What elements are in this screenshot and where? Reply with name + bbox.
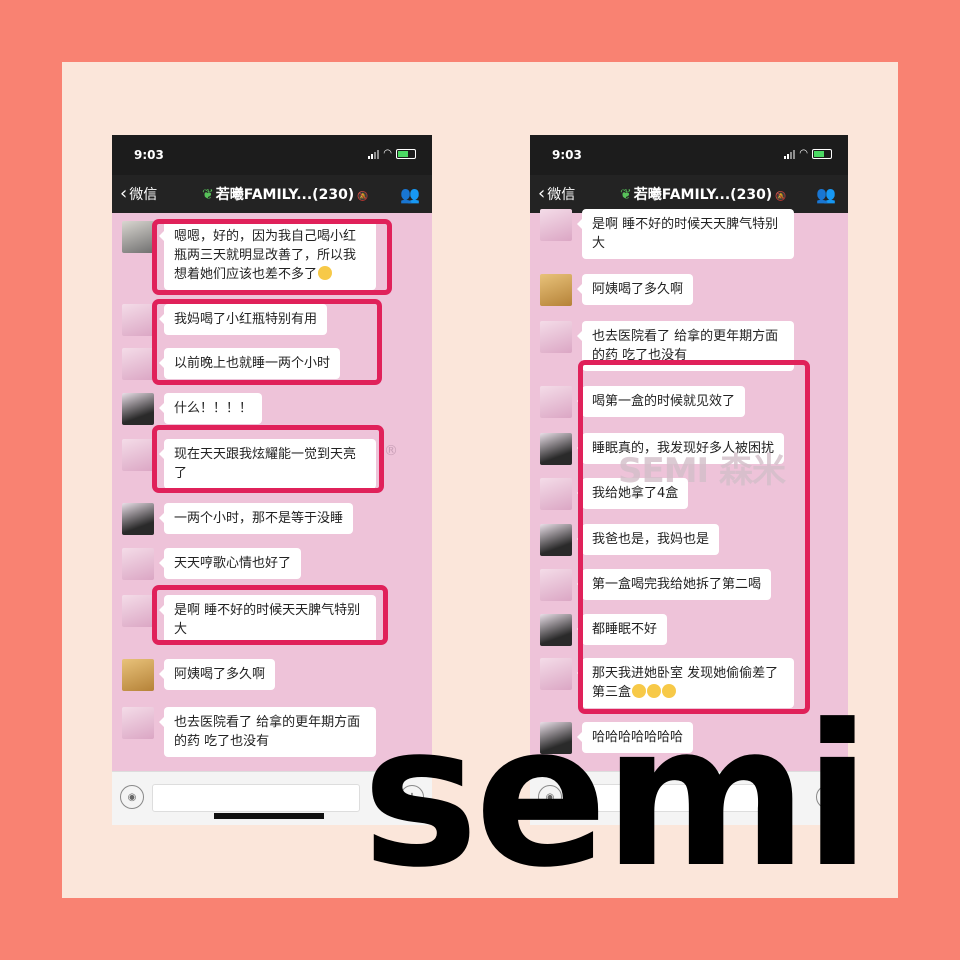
group-members-icon[interactable]: 👥 xyxy=(816,185,836,204)
mute-icon: 🔕 xyxy=(775,192,787,202)
message-bubble[interactable]: 天天哼歌心情也好了 xyxy=(158,548,302,579)
status-icons: ◠ xyxy=(368,149,416,159)
group-title-text: 若曦FAMILY...(230) xyxy=(215,187,355,203)
back-chevron-icon: ‹ xyxy=(538,183,546,204)
chat-nav-bar: ‹ 微信 ❦ 若曦FAMILY...(230) 🔕 👥 xyxy=(530,175,848,213)
message-text: 也去医院看了 给拿的更年期方面的药 吃了也没有 xyxy=(174,715,361,749)
group-members-icon[interactable]: 👥 xyxy=(400,185,420,204)
battery-icon xyxy=(396,149,416,159)
avatar[interactable] xyxy=(540,524,572,556)
avatar[interactable] xyxy=(122,304,154,336)
avatar[interactable] xyxy=(540,209,572,241)
leaf-icon: ❦ xyxy=(202,187,214,203)
chat-message: 也去医院看了 给拿的更年期方面的药 吃了也没有 xyxy=(112,707,376,757)
status-bar: 9:03 ◠ xyxy=(530,135,848,175)
registered-mark: ® xyxy=(384,443,398,459)
status-icons: ◠ xyxy=(784,149,832,159)
avatar[interactable] xyxy=(540,386,572,418)
group-title-text: 若曦FAMILY...(230) xyxy=(633,187,773,203)
mute-icon: 🔕 xyxy=(357,192,369,202)
brand-overlay-text: semi xyxy=(362,683,871,911)
message-bubble[interactable]: 是啊 睡不好的时候天天脾气特别大 xyxy=(577,209,794,259)
battery-icon xyxy=(812,149,832,159)
message-text: 是啊 睡不好的时候天天脾气特别大 xyxy=(592,217,779,251)
message-bubble[interactable]: 阿姨喝了多久啊 xyxy=(576,274,694,305)
chat-nav-bar: ‹ 微信 ❦ 若曦FAMILY...(230) 🔕 👥 xyxy=(112,175,432,213)
wifi-icon: ◠ xyxy=(799,148,808,159)
home-indicator xyxy=(214,813,324,819)
highlight-box xyxy=(152,425,384,493)
status-bar: 9:03 ◠ xyxy=(112,135,432,175)
message-text: 阿姨喝了多久啊 xyxy=(174,667,266,682)
avatar[interactable] xyxy=(540,569,572,601)
highlight-box xyxy=(152,219,392,295)
back-chevron-icon: ‹ xyxy=(120,183,128,204)
avatar[interactable] xyxy=(540,614,572,646)
avatar[interactable] xyxy=(122,707,154,739)
avatar[interactable] xyxy=(122,503,154,535)
chat-message: 什么！！！！ xyxy=(112,393,263,425)
status-time: 9:03 xyxy=(134,148,164,162)
chat-message: 阿姨喝了多久啊 xyxy=(530,274,694,306)
wifi-icon: ◠ xyxy=(383,148,392,159)
signal-icon xyxy=(368,149,380,159)
back-label: 微信 xyxy=(547,187,576,203)
group-title: ❦ 若曦FAMILY...(230) 🔕 xyxy=(620,184,786,204)
highlight-box xyxy=(152,299,382,385)
highlight-box xyxy=(152,585,388,645)
leaf-icon: ❦ xyxy=(620,187,632,203)
chat-message: 天天哼歌心情也好了 xyxy=(112,548,302,580)
message-text: 也去医院看了 给拿的更年期方面的药 吃了也没有 xyxy=(592,329,779,363)
message-text: 阿姨喝了多久啊 xyxy=(592,282,684,297)
avatar[interactable] xyxy=(540,433,572,465)
avatar[interactable] xyxy=(122,595,154,627)
avatar[interactable] xyxy=(122,393,154,425)
avatar[interactable] xyxy=(540,274,572,306)
avatar[interactable] xyxy=(122,221,154,253)
message-bubble[interactable]: 一两个小时，那不是等于没睡 xyxy=(158,503,354,534)
back-button[interactable]: ‹ 微信 xyxy=(538,184,575,204)
back-button[interactable]: ‹ 微信 xyxy=(120,184,157,204)
message-text: 一两个小时，那不是等于没睡 xyxy=(174,511,344,526)
avatar[interactable] xyxy=(540,478,572,510)
group-title: ❦ 若曦FAMILY...(230) 🔕 xyxy=(202,184,368,204)
avatar[interactable] xyxy=(122,439,154,471)
message-input[interactable] xyxy=(152,784,360,812)
message-bubble[interactable]: 什么！！！！ xyxy=(158,393,263,424)
signal-icon xyxy=(784,149,796,159)
avatar[interactable] xyxy=(122,659,154,691)
chat-message: 一两个小时，那不是等于没睡 xyxy=(112,503,354,535)
status-time: 9:03 xyxy=(552,148,582,162)
avatar[interactable] xyxy=(540,321,572,353)
highlight-box xyxy=(578,360,810,714)
voice-icon[interactable]: ◉ xyxy=(120,785,144,809)
message-bubble[interactable]: 也去医院看了 给拿的更年期方面的药 吃了也没有 xyxy=(159,707,376,757)
message-text: 天天哼歌心情也好了 xyxy=(174,556,292,571)
chat-message: 是啊 睡不好的时候天天脾气特别大 xyxy=(530,209,794,259)
message-text: 什么！！！！ xyxy=(174,401,253,416)
back-label: 微信 xyxy=(129,187,158,203)
avatar[interactable] xyxy=(122,548,154,580)
avatar[interactable] xyxy=(122,348,154,380)
chat-message: 阿姨喝了多久啊 xyxy=(112,659,276,691)
message-bubble[interactable]: 阿姨喝了多久啊 xyxy=(158,659,276,690)
